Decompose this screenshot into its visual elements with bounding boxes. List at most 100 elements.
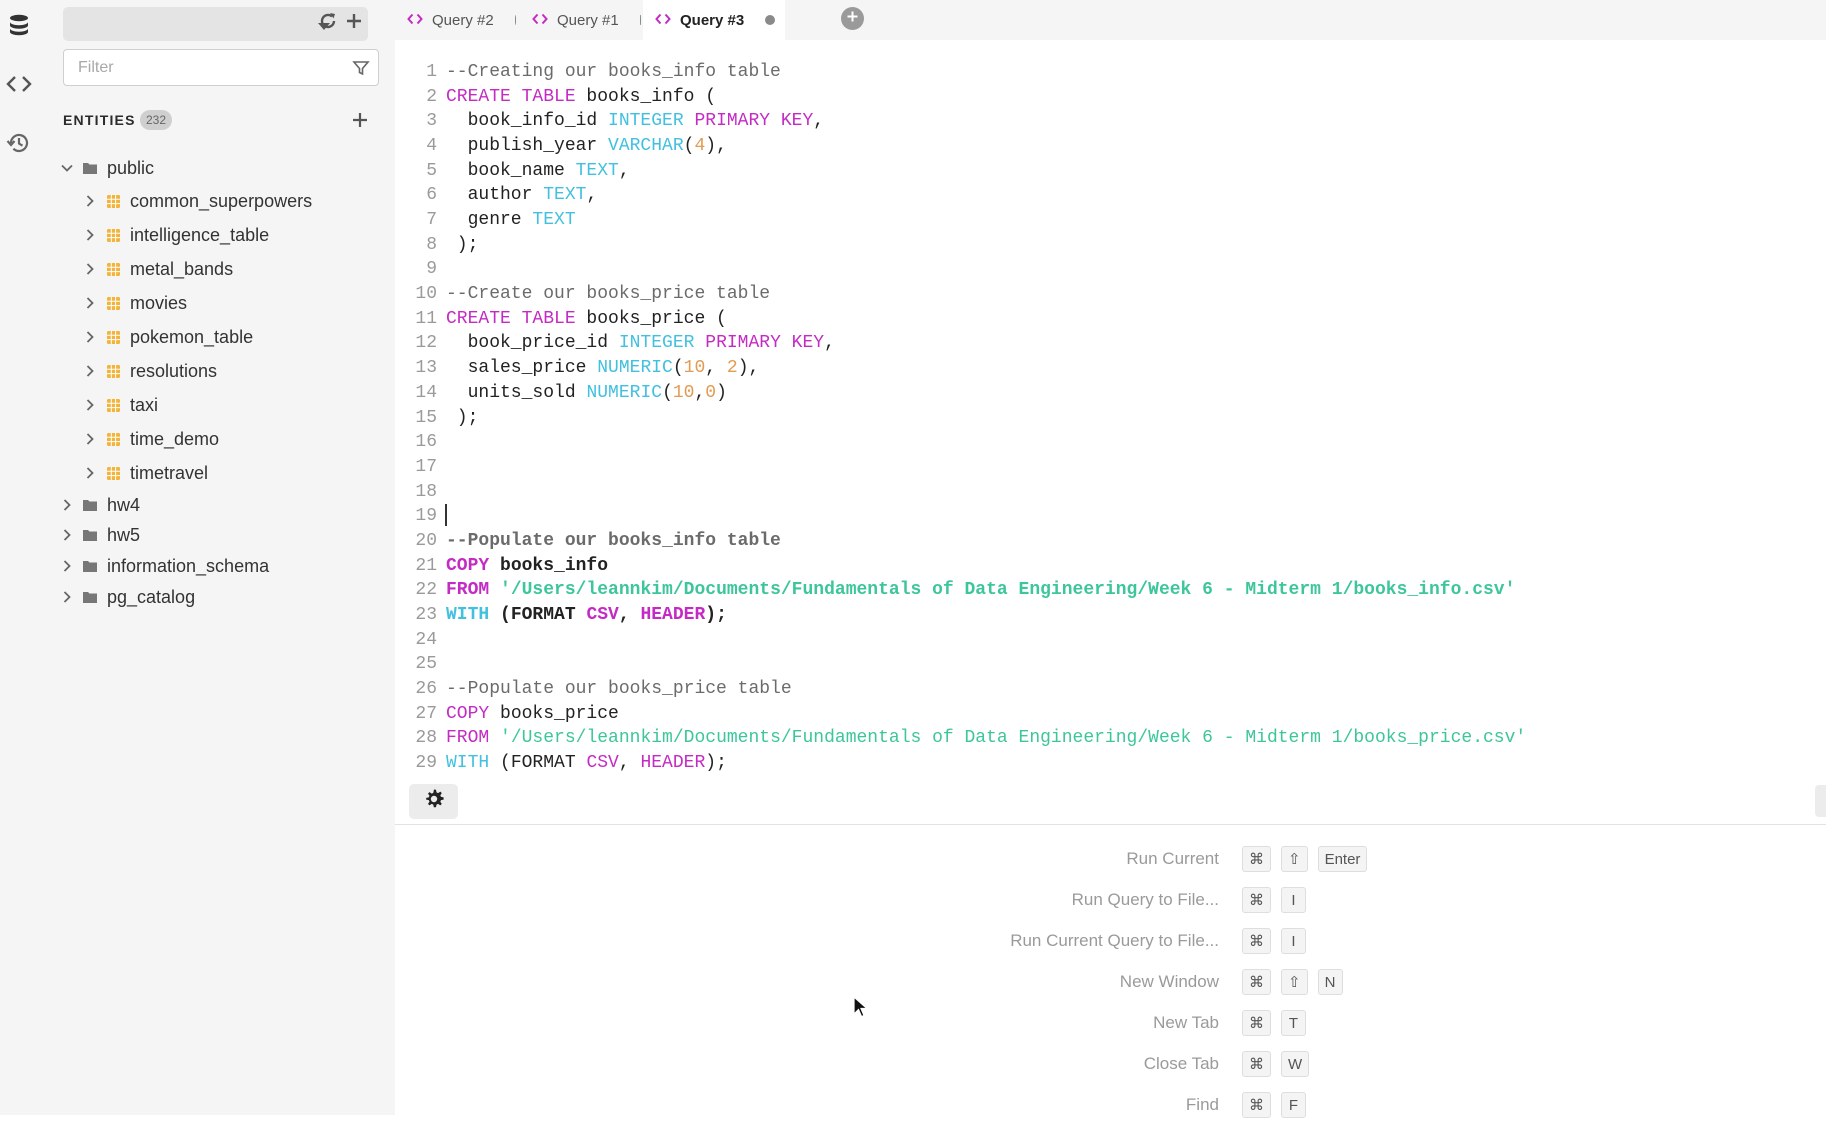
tree-table-taxi[interactable]: taxi [82, 391, 158, 419]
chevron-right-icon[interactable] [59, 497, 75, 513]
tab-query-3[interactable]: Query #3 [643, 0, 785, 40]
code-line[interactable]: 14 units_sold NUMERIC(10,0) [395, 381, 1826, 405]
table-icon [105, 363, 121, 379]
add-entity-button[interactable] [351, 111, 369, 129]
code-line[interactable]: 3 book_info_id INTEGER PRIMARY KEY, [395, 109, 1826, 133]
chevron-right-icon[interactable] [59, 558, 75, 574]
code-token: WITH [446, 605, 490, 625]
tab-bar: Query #2 Query #1 Query #3 [395, 0, 1826, 40]
line-code: COPY books_price [446, 702, 619, 726]
code-line[interactable]: 20 --Populate our books_info table [395, 529, 1826, 553]
code-token: books_price [489, 704, 619, 724]
tab-query-1[interactable]: Query #2 [395, 0, 516, 40]
tree-table-time-demo[interactable]: time_demo [82, 425, 219, 453]
chevron-right-icon[interactable] [82, 295, 98, 311]
tree-table-resolutions[interactable]: resolutions [82, 357, 217, 385]
code-line[interactable]: 26 --Populate our books_price table [395, 677, 1826, 701]
chevron-right-icon[interactable] [82, 261, 98, 277]
code-line[interactable]: 28 FROM '/Users/leannkim/Documents/Fundam… [395, 726, 1826, 750]
line-number: 13 [415, 358, 437, 378]
code-line[interactable]: 8 ); [395, 233, 1826, 257]
chevron-right-icon[interactable] [82, 193, 98, 209]
tree-schema-information-schema[interactable]: information_schema [59, 552, 269, 580]
code-token: '/Users/leannkim/Documents/Fundamentals … [500, 580, 1516, 600]
tab-label: Query #1 [557, 11, 619, 29]
filter-field[interactable] [63, 49, 379, 86]
tree-table-pokemon-table[interactable]: pokemon_table [82, 323, 253, 351]
code-line[interactable]: 11 CREATE TABLE books_price ( [395, 307, 1826, 331]
editor-settings-button[interactable] [409, 784, 458, 819]
database-icon[interactable] [4, 10, 34, 40]
line-code: genre TEXT [446, 208, 576, 232]
tree-schema-public[interactable]: public [59, 154, 154, 182]
panel-resize-handle[interactable] [1815, 785, 1826, 817]
code-line[interactable]: 16 [395, 430, 1826, 454]
tree-table-metal-bands[interactable]: metal_bands [82, 255, 233, 283]
chevron-right-icon[interactable] [82, 465, 98, 481]
code-line[interactable]: 13 sales_price NUMERIC(10, 2), [395, 356, 1826, 380]
tree-schema-hw5[interactable]: hw5 [59, 521, 140, 549]
add-tab-button[interactable] [841, 7, 864, 30]
line-number: 7 [426, 210, 437, 230]
chevron-right-icon[interactable] [59, 527, 75, 543]
code-line[interactable]: 7 genre TEXT [395, 208, 1826, 232]
code-line[interactable]: 9 [395, 257, 1826, 281]
tree-table-common-superpowers[interactable]: common_superpowers [82, 187, 312, 215]
code-line[interactable]: 23 WITH (FORMAT CSV, HEADER); [395, 603, 1826, 627]
code-token: FROM [446, 580, 490, 600]
filter-input[interactable] [78, 58, 338, 78]
code-token: --Creating our books_info table [446, 62, 781, 82]
unsaved-dot-icon[interactable] [514, 15, 516, 25]
code-line[interactable]: 22 FROM '/Users/leannkim/Documents/Fundam… [395, 578, 1826, 602]
filter-icon[interactable] [352, 59, 370, 82]
tree-item-label: metal_bands [130, 258, 234, 279]
code-token: HEADER [640, 753, 706, 773]
code-line[interactable]: 12 book_price_id INTEGER PRIMARY KEY, [395, 331, 1826, 355]
chevron-right-icon[interactable] [82, 329, 98, 345]
table-icon [105, 465, 121, 481]
code-line[interactable]: 18 [395, 480, 1826, 504]
chevron-right-icon[interactable] [82, 227, 98, 243]
tree-table-intelligence-table[interactable]: intelligence_table [82, 221, 269, 249]
code-line[interactable]: 15 ); [395, 406, 1826, 430]
code-token: book_name [446, 161, 576, 181]
history-icon[interactable] [4, 128, 34, 158]
shortcut-row: Run Current Query to File... ⌘ I [395, 928, 1826, 954]
tree-schema-hw4[interactable]: hw4 [59, 491, 140, 519]
chevron-right-icon[interactable] [82, 431, 98, 447]
code-line[interactable]: 1 --Creating our books_info table [395, 60, 1826, 84]
refresh-icon [318, 13, 338, 35]
chevron-right-icon[interactable] [82, 363, 98, 379]
code-line[interactable]: 25 [395, 652, 1826, 676]
code-line[interactable]: 19 [395, 504, 1826, 528]
code-icon[interactable] [4, 69, 34, 99]
tree-schema-pg-catalog[interactable]: pg_catalog [59, 583, 195, 611]
tree-table-movies[interactable]: movies [82, 289, 187, 317]
tab-label: Query #3 [680, 11, 745, 29]
chevron-right-icon[interactable] [82, 397, 98, 413]
add-connection-button[interactable] [344, 11, 364, 31]
code-line[interactable]: 24 [395, 628, 1826, 652]
table-icon [105, 397, 121, 413]
code-token: ); [446, 408, 479, 428]
shortcut-label: New Tab [1153, 1013, 1219, 1032]
code-line[interactable]: 5 book_name TEXT, [395, 159, 1826, 183]
code-line[interactable]: 2 CREATE TABLE books_info ( [395, 85, 1826, 109]
chevron-down-icon[interactable] [59, 160, 75, 176]
code-line[interactable]: 4 publish_year VARCHAR(4), [395, 134, 1826, 158]
code-line[interactable]: 10 --Create our books_price table [395, 282, 1826, 306]
code-line[interactable]: 27 COPY books_price [395, 702, 1826, 726]
plus-icon [846, 10, 859, 28]
code-line[interactable]: 29 WITH (FORMAT CSV, HEADER); [395, 751, 1826, 775]
unsaved-dot-icon[interactable] [765, 15, 776, 25]
chevron-right-icon[interactable] [59, 589, 75, 605]
code-line[interactable]: 21 COPY books_info [395, 554, 1826, 578]
refresh-button[interactable] [318, 11, 338, 31]
line-number: 21 [415, 556, 437, 576]
tree-table-timetravel[interactable]: timetravel [82, 459, 208, 487]
sql-editor[interactable]: 1 --Creating our books_info table 2 CREATE … [395, 40, 1826, 780]
code-line[interactable]: 17 [395, 455, 1826, 479]
tab-query-2[interactable]: Query #1 [520, 0, 640, 40]
code-line[interactable]: 6 author TEXT, [395, 183, 1826, 207]
shortcut-keys: ⌘ ⇧ N [1242, 969, 1353, 995]
